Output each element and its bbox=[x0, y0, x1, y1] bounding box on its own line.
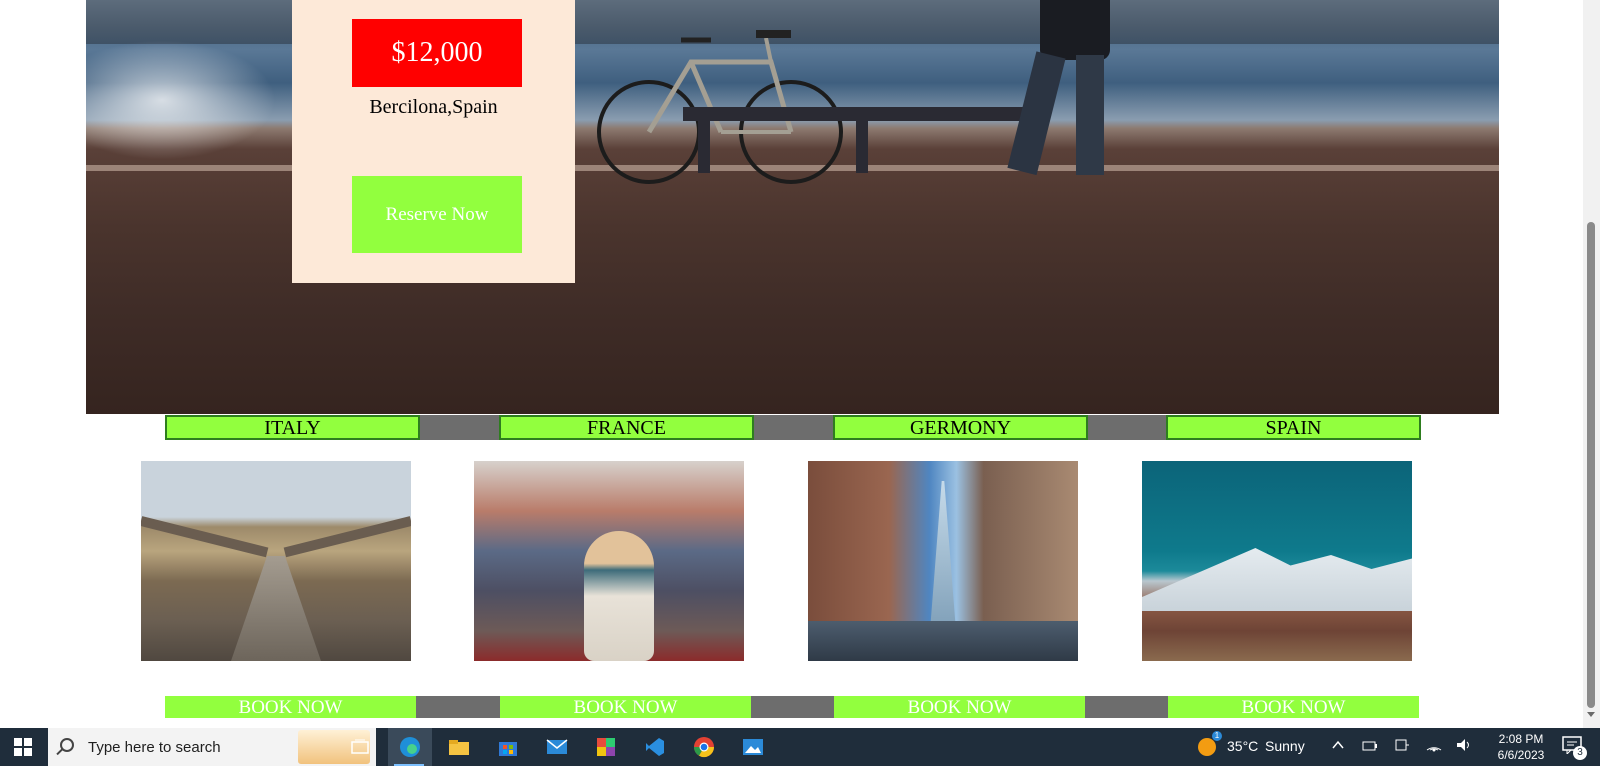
price-card: $12,000 Bercilona,Spain Reserve Now bbox=[292, 0, 575, 283]
reserve-now-button[interactable]: Reserve Now bbox=[352, 176, 522, 253]
photos-icon[interactable] bbox=[739, 733, 767, 761]
book-now-button-spain[interactable]: BOOK NOW bbox=[1168, 696, 1419, 718]
tab-italy[interactable]: ITALY bbox=[165, 415, 420, 440]
location-label: Bercilona,Spain bbox=[369, 96, 498, 118]
book-now-bar: BOOK NOW BOOK NOW BOOK NOW BOOK NOW bbox=[165, 696, 1419, 718]
chrome-icon[interactable] bbox=[690, 733, 718, 761]
task-view-icon[interactable] bbox=[346, 733, 374, 761]
tab-germony[interactable]: GERMONY bbox=[833, 415, 1088, 440]
weather-description[interactable]: Sunny bbox=[1265, 738, 1305, 754]
france-street-image bbox=[474, 461, 744, 661]
spain-mountain-image bbox=[1142, 461, 1412, 661]
country-tab-bar: ITALY FRANCE GERMONY SPAIN bbox=[165, 415, 1421, 440]
system-clock[interactable]: 2:08 PM 6/6/2023 bbox=[1486, 731, 1556, 763]
book-now-button-germony[interactable]: BOOK NOW bbox=[834, 696, 1085, 718]
taskbar-search-box[interactable]: Type here to search bbox=[48, 728, 376, 766]
volume-icon[interactable] bbox=[1456, 738, 1472, 755]
battery-icon[interactable] bbox=[1362, 738, 1378, 754]
notification-count-badge: 3 bbox=[1573, 746, 1587, 760]
price-badge: $12,000 bbox=[352, 19, 522, 87]
network-icon[interactable] bbox=[1426, 738, 1442, 755]
bicycle-image bbox=[597, 30, 843, 184]
weather-icon[interactable] bbox=[1198, 738, 1216, 756]
windows-start-icon[interactable] bbox=[14, 738, 32, 756]
hero-water bbox=[86, 40, 276, 160]
store-icon[interactable] bbox=[494, 733, 522, 761]
edge-icon[interactable] bbox=[388, 728, 432, 766]
chevron-up-icon[interactable] bbox=[1332, 738, 1344, 754]
office-icon[interactable] bbox=[592, 733, 620, 761]
germony-city-image bbox=[808, 461, 1078, 661]
person-image bbox=[1007, 0, 1116, 180]
scrollbar-thumb[interactable] bbox=[1587, 222, 1595, 708]
windows-taskbar: Type here to search 1 35°C Sunny 2:08 PM… bbox=[0, 728, 1600, 766]
weather-temperature[interactable]: 35°C bbox=[1227, 738, 1258, 754]
search-icon bbox=[60, 738, 74, 752]
book-now-button-italy[interactable]: BOOK NOW bbox=[165, 696, 416, 718]
page-scrollbar[interactable] bbox=[1583, 0, 1600, 728]
meet-now-icon[interactable] bbox=[1394, 738, 1410, 755]
vscode-icon[interactable] bbox=[641, 733, 669, 761]
bench-leg bbox=[698, 118, 710, 173]
bench-leg bbox=[856, 118, 868, 173]
clock-time: 2:08 PM bbox=[1498, 732, 1544, 746]
tab-spain[interactable]: SPAIN bbox=[1166, 415, 1421, 440]
book-now-button-france[interactable]: BOOK NOW bbox=[500, 696, 751, 718]
hero-banner: $12,000 Bercilona,Spain Reserve Now bbox=[86, 0, 1499, 414]
scroll-down-arrow-icon[interactable] bbox=[1587, 712, 1595, 717]
tab-france[interactable]: FRANCE bbox=[499, 415, 754, 440]
clock-date: 6/6/2023 bbox=[1497, 748, 1545, 762]
italy-boardwalk-image bbox=[141, 461, 411, 661]
weather-badge: 1 bbox=[1212, 731, 1222, 741]
file-explorer-icon[interactable] bbox=[445, 733, 473, 761]
search-placeholder: Type here to search bbox=[88, 739, 221, 756]
mail-icon[interactable] bbox=[543, 733, 571, 761]
